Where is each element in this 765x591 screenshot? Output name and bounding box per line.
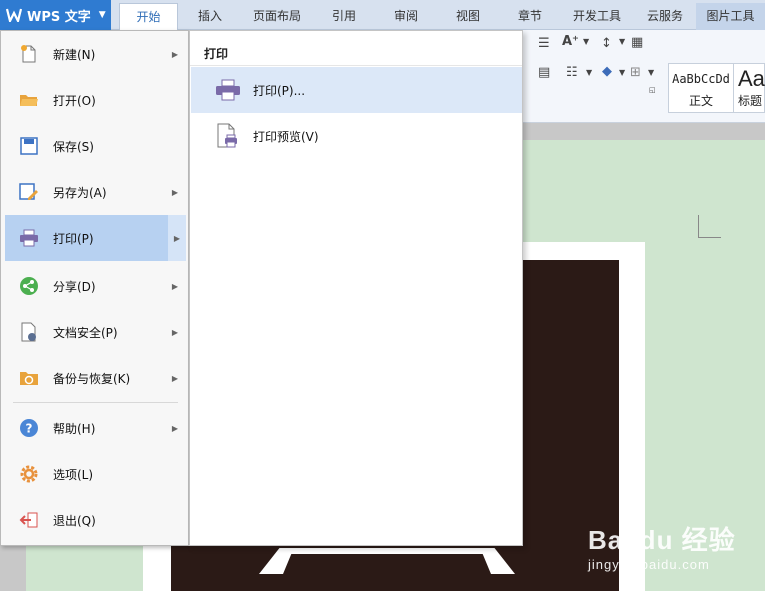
menu-item-label: 文档安全(P) <box>53 325 118 340</box>
print-preview-icon <box>215 123 241 149</box>
backup-restore-icon <box>19 368 39 388</box>
watermark-title: Bai du 经验 <box>588 525 736 555</box>
style-normal[interactable]: AaBbCcDd 正文 <box>668 63 734 113</box>
printer-icon <box>215 77 241 103</box>
printer-icon <box>19 228 39 248</box>
table-icon[interactable]: ▦ <box>631 35 643 50</box>
tab-review[interactable]: 审阅 <box>386 3 426 30</box>
save-as-icon <box>19 182 39 202</box>
menu-item-label: 打开(O) <box>53 93 96 108</box>
submenu-item-print-preview[interactable]: 打印预览(V) <box>191 113 522 159</box>
menu-item-label: 新建(N) <box>53 47 96 62</box>
save-icon <box>19 136 39 156</box>
menu-item-exit[interactable]: 退出(Q) <box>5 497 186 543</box>
chevron-down-icon: ▼ <box>98 10 106 20</box>
tab-cloud-service[interactable]: 云服务 <box>642 3 688 30</box>
document-security-icon <box>19 322 39 342</box>
chevron-down-icon[interactable]: ▼ <box>583 37 589 46</box>
chevron-down-icon[interactable]: ▼ <box>648 68 654 77</box>
align-justify-icon[interactable]: ▤ <box>538 65 550 80</box>
chevron-down-icon[interactable]: ▼ <box>619 37 625 46</box>
menu-item-label: 另存为(A) <box>53 185 107 200</box>
menu-item-backup-restore[interactable]: 备份与恢复(K) ▶ <box>5 355 186 401</box>
fill-color-icon[interactable]: ◆ <box>602 64 612 79</box>
style-label: 正文 <box>688 94 713 108</box>
tab-home[interactable]: 开始 <box>119 3 178 30</box>
font-size-grow-icon[interactable]: A⁺ <box>562 34 579 49</box>
wps-logo-icon <box>6 8 22 22</box>
list-icon[interactable]: ☷ <box>566 65 578 80</box>
tab-references[interactable]: 引用 <box>324 3 364 30</box>
menu-item-label: 帮助(H) <box>53 421 96 436</box>
submenu-arrow-icon: ▶ <box>171 373 178 383</box>
border-icon[interactable]: ⊞ <box>630 65 641 80</box>
menu-item-new[interactable]: 新建(N) ▶ <box>5 31 186 77</box>
folder-open-icon <box>19 90 39 110</box>
submenu-divider <box>190 65 522 66</box>
menu-item-label: 退出(Q) <box>53 513 96 528</box>
style-label: 标题 <box>738 94 763 108</box>
style-sample: AaBbCcDd <box>672 72 730 86</box>
help-icon: ? <box>19 418 39 438</box>
gear-icon <box>19 464 39 484</box>
wps-app-name: WPS 文字 <box>27 9 91 25</box>
tab-page-layout[interactable]: 页面布局 <box>246 3 308 30</box>
paragraph-settings-launcher-icon[interactable]: ◱ <box>649 86 656 94</box>
submenu-arrow-icon: ▶ <box>171 49 178 59</box>
share-icon <box>19 276 39 296</box>
line-spacing-icon[interactable]: ↕ <box>601 36 612 51</box>
submenu-arrow-icon: ▶ <box>171 187 178 197</box>
menu-divider <box>13 402 178 403</box>
indent-icon[interactable]: ☰ <box>538 36 550 51</box>
menu-item-help[interactable]: ? 帮助(H) ▶ <box>5 405 186 451</box>
watermark-url: jingyan.baidu.com <box>588 557 710 572</box>
wps-app-menu-button[interactable]: WPS 文字 ▼ <box>0 0 111 30</box>
chevron-down-icon[interactable]: ▼ <box>619 68 625 77</box>
image-shape-fill <box>283 554 491 574</box>
tab-insert[interactable]: 插入 <box>190 3 230 30</box>
submenu-arrow-icon: ▶ <box>171 423 178 433</box>
submenu-item-label: 打印预览(V) <box>253 129 319 144</box>
tab-picture-tools[interactable]: 图片工具 <box>696 3 765 30</box>
menu-item-open[interactable]: 打开(O) <box>5 77 186 123</box>
baidu-jingyan-watermark: Bai du 经验 jingyan.baidu.com <box>588 520 736 572</box>
tab-chapter[interactable]: 章节 <box>510 3 550 30</box>
style-sample: Aa <box>738 66 765 91</box>
tab-developer-tools[interactable]: 开发工具 <box>566 3 628 30</box>
menu-item-document-security[interactable]: 文档安全(P) ▶ <box>5 309 186 355</box>
menu-item-label: 选项(L) <box>53 467 94 482</box>
file-menu: 新建(N) ▶ 打开(O) 保存(S) 另存为(A) ▶ 打印(P) ▶ 分享(… <box>0 30 189 546</box>
exit-icon <box>19 510 39 530</box>
menu-item-label: 打印(P) <box>53 231 94 246</box>
menu-item-label: 备份与恢复(K) <box>53 371 131 386</box>
menu-item-print[interactable]: 打印(P) ▶ <box>5 215 186 261</box>
submenu-item-print[interactable]: 打印(P)... <box>191 67 522 113</box>
submenu-arrow-icon: ▶ <box>168 215 186 261</box>
page-margin-marker <box>698 215 721 238</box>
chevron-down-icon[interactable]: ▼ <box>586 68 592 77</box>
menu-item-save-as[interactable]: 另存为(A) ▶ <box>5 169 186 215</box>
menu-item-share[interactable]: 分享(D) ▶ <box>5 263 186 309</box>
submenu-arrow-icon: ▶ <box>171 327 178 337</box>
submenu-item-label: 打印(P)... <box>253 83 306 98</box>
menu-item-save[interactable]: 保存(S) <box>5 123 186 169</box>
submenu-title: 打印 <box>204 47 229 61</box>
tab-view[interactable]: 视图 <box>448 3 488 30</box>
svg-text:?: ? <box>26 422 33 436</box>
menu-item-options[interactable]: 选项(L) <box>5 451 186 497</box>
ribbon-tab-bar: WPS 文字 ▼ 开始 插入 页面布局 引用 审阅 视图 章节 开发工具 云服务… <box>0 0 765 30</box>
menu-item-label: 保存(S) <box>53 139 94 154</box>
new-document-icon <box>19 44 39 64</box>
print-submenu: 打印 打印(P)... 打印预览(V) <box>189 30 523 546</box>
submenu-arrow-icon: ▶ <box>171 281 178 291</box>
menu-item-label: 分享(D) <box>53 279 96 294</box>
style-heading[interactable]: Aa 标题 <box>734 63 765 113</box>
